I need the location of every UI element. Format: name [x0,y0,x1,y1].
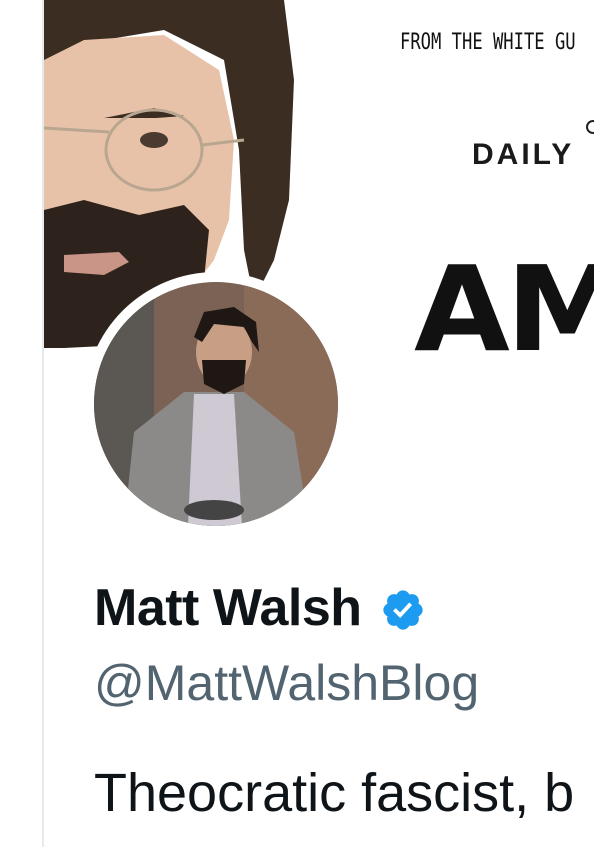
profile-avatar[interactable] [84,272,348,536]
verified-badge-icon[interactable] [380,587,426,633]
profile-display-name: Matt Walsh [94,579,362,637]
banner-title-text: AM [414,240,594,378]
banner-logo-mark [586,120,594,134]
profile-handle: @MattWalshBlog [94,655,480,711]
profile-bio: Theocratic fascist, b [94,763,575,823]
banner-brand-text: DAILY [472,138,575,171]
banner-caption-text: FROM THE WHITE GU [400,30,576,55]
profile-name-row: Matt Walsh [94,578,426,638]
avatar-photo [94,282,338,526]
